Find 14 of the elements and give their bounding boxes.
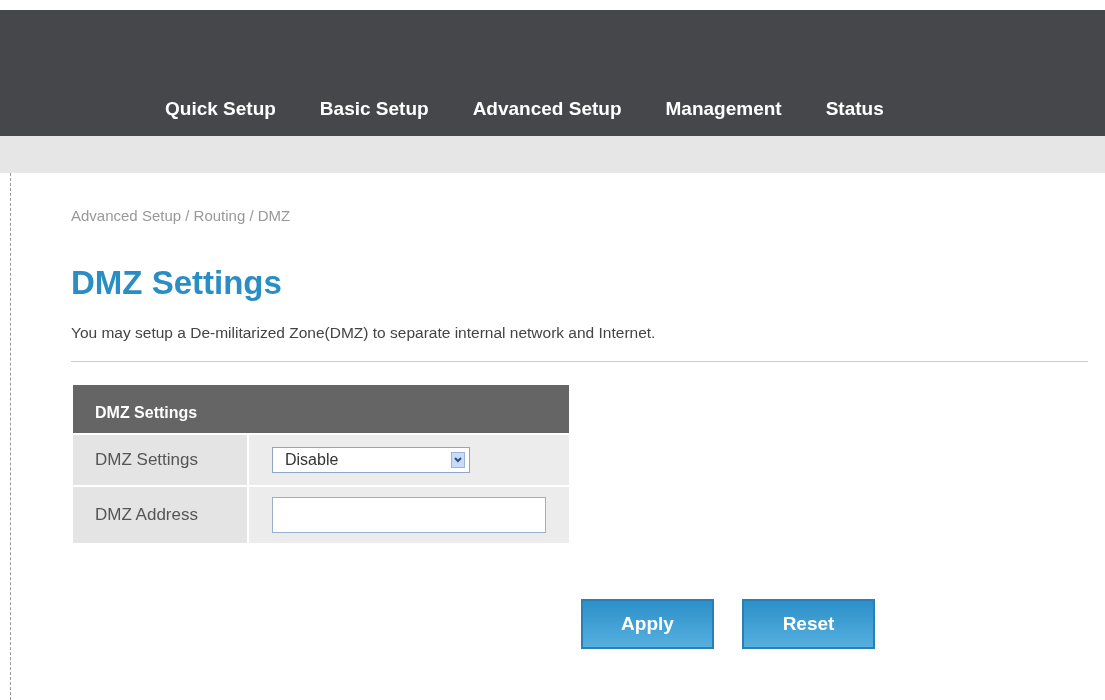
dmz-select[interactable]: Disable — [272, 447, 470, 473]
nav-link[interactable]: Status — [810, 98, 899, 120]
nav-link[interactable]: Advanced Setup — [457, 98, 637, 120]
caret-icon — [451, 452, 465, 468]
nav-link[interactable]: Quick Setup — [150, 98, 291, 120]
input-field[interactable] — [272, 497, 546, 533]
breadcrumb: Advanced Setup / Routing / DMZ — [71, 207, 292, 224]
description: You may setup a De-militarized Zone(DMZ) to separate internal network and Internet. — [71, 324, 657, 342]
nav-link[interactable]: Basic Setup — [304, 98, 444, 120]
table-header: DMZ Settings — [73, 385, 569, 435]
field-label: DMZ Address — [73, 487, 247, 543]
field-label: DMZ Settings — [73, 435, 247, 485]
page-title: DMZ Settings — [71, 264, 283, 302]
nav-link[interactable]: Management — [650, 98, 797, 120]
